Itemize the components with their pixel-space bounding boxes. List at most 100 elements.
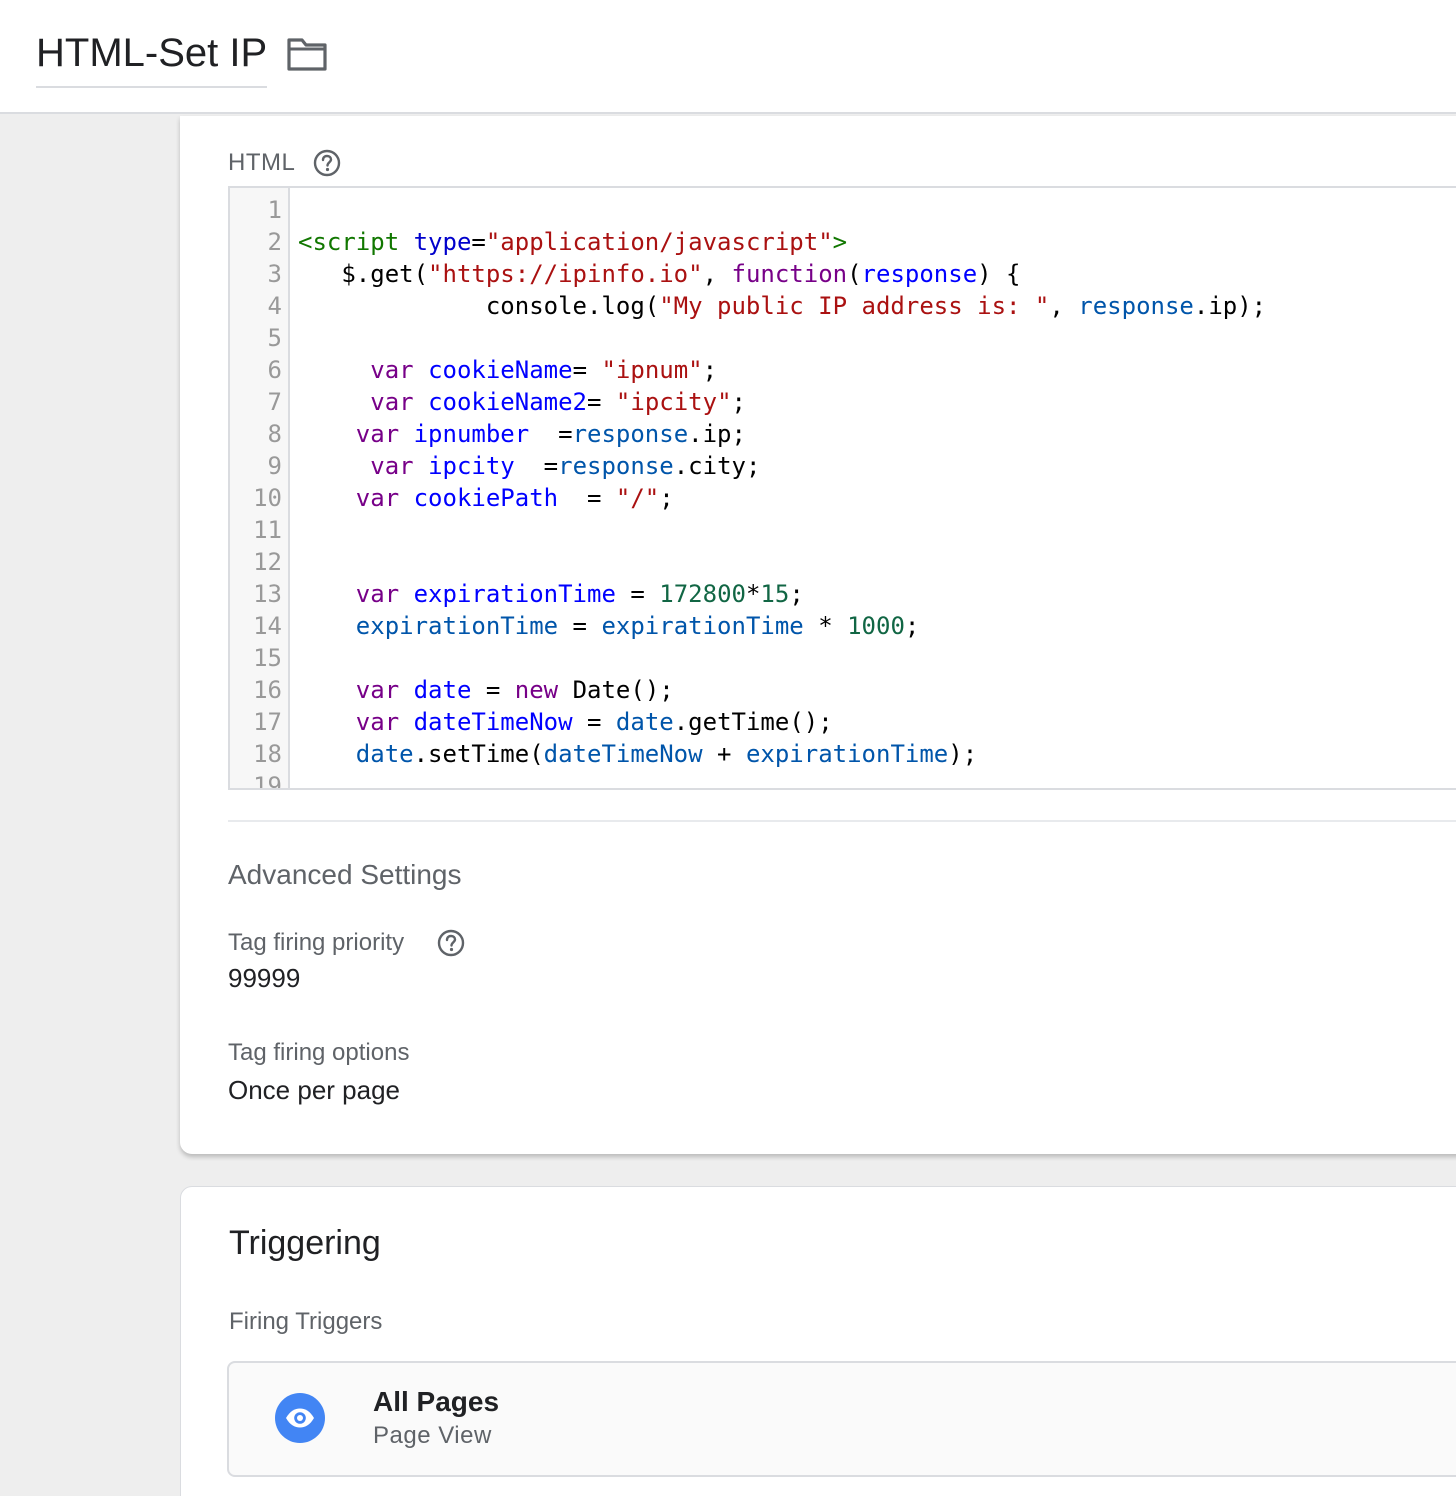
code-line[interactable]: var cookieName2= "ipcity"; [298, 386, 746, 418]
code-token: ( [847, 260, 862, 288]
code-token: .city; [673, 452, 761, 480]
code-token: expirationTime [413, 580, 616, 608]
code-line[interactable]: expirationTime = expirationTime * 1000; [298, 610, 920, 642]
eye-icon [275, 1393, 325, 1443]
code-token: cookiePath [413, 484, 559, 512]
code-line[interactable]: var ipnumber =response.ip; [298, 418, 746, 450]
line-number: 7 [267, 388, 282, 416]
advanced-settings-heading[interactable]: Advanced Settings [228, 858, 462, 892]
code-token: = [572, 708, 616, 736]
triggering-card[interactable]: Triggering Firing Triggers All Pages Pag… [180, 1186, 1456, 1496]
line-number: 17 [253, 708, 282, 736]
code-token: expirationTime [745, 740, 949, 768]
line-number: 4 [267, 292, 282, 320]
code-line[interactable]: var expirationTime = 172800*15; [298, 578, 804, 610]
code-line[interactable]: date.setTime(dateTimeNow + expirationTim… [298, 738, 977, 770]
line-number: 12 [253, 548, 282, 576]
line-number: 13 [253, 580, 282, 608]
help-circle-icon[interactable] [312, 148, 342, 178]
code-token: , [1049, 292, 1079, 320]
code-line[interactable]: console.log("My public IP address is: ",… [298, 290, 1266, 322]
line-number: 5 [267, 324, 282, 352]
help-circle-icon[interactable] [436, 928, 466, 958]
code-token: function [731, 260, 848, 288]
code-token: var [355, 420, 400, 448]
code-token: cookieName [428, 356, 573, 384]
code-token: Date(); [558, 676, 674, 704]
code-token: .ip); [1193, 292, 1267, 320]
code-token: ; [789, 580, 804, 608]
code-token: dateTimeNow [413, 708, 573, 736]
code-token: console.log( [298, 292, 660, 320]
tag-firing-options-label: Tag firing options [228, 1039, 410, 1066]
code-token: .ip; [688, 420, 746, 448]
html-code-editor[interactable]: 1 2 3 4 5 6 7 8 9 10 11 12 13 14 15 16 17 18 19 <script ty… [228, 186, 1456, 790]
code-token: = [471, 228, 486, 256]
code-token: * [803, 612, 848, 640]
code-token: ipcity [428, 452, 515, 480]
code-line[interactable]: var ipcity =response.city; [298, 450, 760, 482]
firing-triggers-label: Firing Triggers [229, 1308, 383, 1335]
code-token: = [558, 612, 602, 640]
code-token: 15 [760, 580, 790, 608]
code-line[interactable]: var cookiePath = "/"; [298, 482, 674, 514]
code-token: expirationTime [355, 612, 559, 640]
tag-firing-options-value: Once per page [228, 1075, 401, 1105]
code-token: ) { [977, 260, 1021, 288]
tag-name-title[interactable]: HTML-Set IP [36, 30, 268, 88]
trigger-name: All Pages [373, 1386, 500, 1417]
line-number: 19 [253, 772, 282, 790]
code-token: date [413, 676, 472, 704]
code-token: var [355, 484, 400, 512]
code-token: 1000 [847, 612, 905, 640]
code-line[interactable]: var dateTimeNow = date.getTime(); [298, 706, 833, 738]
trigger-type: Page View [373, 1422, 492, 1449]
code-token: = [558, 484, 616, 512]
line-number: 16 [253, 676, 282, 704]
code-line[interactable]: $.get("https://ipinfo.io", function(resp… [298, 258, 1021, 290]
code-token: response [861, 260, 978, 288]
code-token: <script [298, 228, 400, 256]
section-divider [228, 820, 1456, 822]
tag-firing-priority-value: 99999 [228, 963, 301, 993]
code-line[interactable]: <script type="application/javascript"> [298, 226, 847, 258]
line-number: 9 [267, 452, 282, 480]
line-number: 3 [267, 260, 282, 288]
code-token: var [355, 708, 400, 736]
code-token: var [355, 580, 400, 608]
code-token: 172800 [659, 580, 746, 608]
line-number: 1 [267, 196, 282, 224]
code-token: dateTimeNow [543, 740, 703, 768]
code-token: new [514, 676, 559, 704]
code-token: ipnumber [413, 420, 530, 448]
trigger-item-all-pages[interactable]: All Pages Page View [227, 1361, 1456, 1477]
line-number: 15 [253, 644, 282, 672]
line-number: 11 [253, 516, 282, 544]
tag-configuration-card: HTML 1 2 3 4 5 6 7 8 9 10 11 12 13 14 15 16 17 18 19 <scri… [180, 116, 1456, 1154]
code-line[interactable]: var cookieName= "ipnum"; [298, 354, 717, 386]
code-token: var [370, 356, 414, 384]
code-token: "ipnum" [601, 356, 703, 384]
line-number: 14 [253, 612, 282, 640]
code-token: "My public IP address is: " [659, 292, 1050, 320]
code-token: * [745, 580, 761, 608]
code-token: type [413, 228, 472, 256]
folder-icon[interactable] [286, 36, 328, 72]
code-token: date [615, 708, 674, 736]
code-token: response [1078, 292, 1194, 320]
code-token: "ipcity" [615, 388, 732, 416]
code-line[interactable]: var date = new Date(); [298, 674, 674, 706]
code-token: var [370, 388, 414, 416]
